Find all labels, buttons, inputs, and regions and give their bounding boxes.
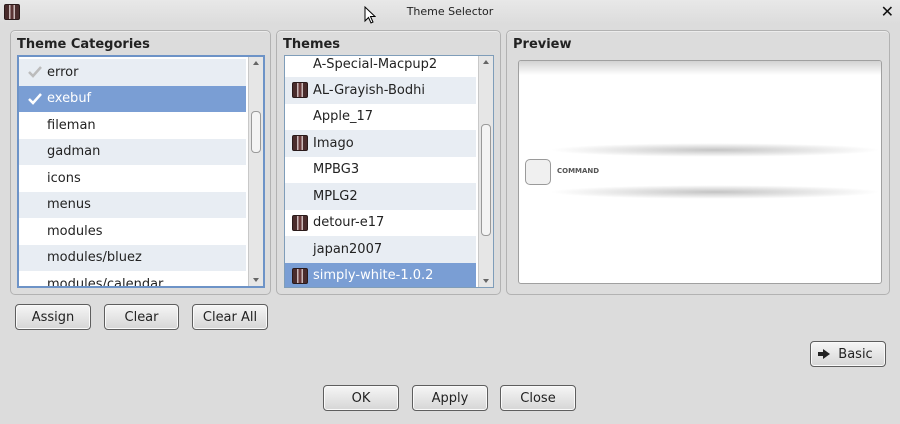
checkmark-icon — [28, 92, 42, 105]
preview-shade — [549, 143, 881, 157]
theme-icon — [292, 135, 308, 151]
scroll-up-icon[interactable] — [483, 60, 489, 64]
list-item[interactable]: Apple_17 — [285, 104, 476, 131]
list-item[interactable]: modules/bluez — [19, 244, 246, 271]
list-item-label: MPLG2 — [313, 188, 358, 204]
mouse-pointer-icon — [364, 6, 376, 24]
preview-area: COMMAND — [518, 60, 882, 284]
preview-label: Preview — [513, 37, 572, 52]
list-item-label: A-Special-Macpup2 — [313, 56, 438, 72]
close-window-icon[interactable]: ✕ — [881, 2, 894, 21]
command-entry-box — [525, 159, 551, 185]
list-item[interactable]: icons — [19, 165, 246, 192]
preview-shade — [549, 185, 881, 199]
command-label: COMMAND — [557, 167, 600, 175]
list-item-label: japan2007 — [313, 241, 383, 257]
list-item-label: detour-e17 — [313, 215, 385, 231]
theme-categories-list[interactable]: error exebuf fileman gadman icons menus … — [17, 55, 265, 288]
list-item[interactable]: error — [19, 59, 246, 86]
window-title: Theme Selector — [406, 5, 494, 18]
title-bar: Theme Selector ✕ — [0, 0, 900, 24]
theme-icon — [292, 214, 308, 231]
list-item-label: modules/bluez — [47, 250, 142, 266]
list-item[interactable]: japan2007 — [285, 236, 476, 263]
list-item[interactable]: AL-Grayish-Bodhi — [285, 77, 476, 104]
themes-scrollbar[interactable] — [478, 56, 493, 287]
list-item-label: menus — [47, 197, 91, 213]
list-item[interactable]: fileman — [19, 112, 246, 139]
list-item-label: icons — [47, 170, 81, 186]
list-item-label: exebuf — [47, 91, 92, 107]
scroll-thumb[interactable] — [481, 124, 491, 236]
theme-categories-label: Theme Categories — [17, 37, 150, 52]
list-item[interactable]: gadman — [19, 138, 246, 165]
themes-label: Themes — [283, 37, 341, 52]
basic-button[interactable]: Basic — [810, 341, 886, 367]
close-button[interactable]: Close — [500, 385, 576, 411]
list-item-label: Imago — [313, 135, 354, 151]
list-item-label: fileman — [47, 117, 96, 133]
scroll-down-icon[interactable] — [253, 278, 259, 282]
clear-button[interactable]: Clear — [104, 304, 179, 330]
list-item[interactable]: menus — [19, 191, 246, 218]
list-item[interactable]: modules — [19, 218, 246, 245]
assign-button[interactable]: Assign — [15, 304, 91, 330]
scroll-up-icon[interactable] — [253, 61, 259, 65]
list-item-label: gadman — [47, 144, 101, 160]
clear-all-button[interactable]: Clear All — [192, 304, 268, 330]
list-item-label: simply-white-1.0.2 — [313, 268, 434, 284]
list-item[interactable]: MPLG2 — [285, 183, 476, 210]
list-item-label: modules/calendar — [47, 276, 164, 288]
list-item-label: Apple_17 — [313, 109, 374, 125]
theme-icon — [292, 267, 308, 284]
arrow-right-icon — [818, 349, 831, 359]
list-item-selected[interactable]: simply-white-1.0.2 — [285, 262, 476, 287]
categories-scrollbar[interactable] — [248, 57, 263, 286]
list-item[interactable]: A-Special-Macpup2 — [285, 56, 476, 76]
list-item-label: error — [47, 64, 79, 80]
scroll-down-icon[interactable] — [483, 279, 489, 283]
themes-list[interactable]: A-Special-Macpup2 AL-Grayish-Bodhi Apple… — [284, 55, 494, 288]
list-item-label: modules — [47, 223, 103, 239]
preview-shade — [519, 61, 881, 75]
list-item[interactable]: Imago — [285, 130, 476, 157]
scroll-thumb[interactable] — [251, 111, 261, 153]
list-item-label: MPBG3 — [313, 162, 360, 178]
checkmark-faded-icon — [28, 66, 42, 78]
apply-button[interactable]: Apply — [412, 385, 488, 411]
list-item-label: AL-Grayish-Bodhi — [313, 82, 425, 98]
list-item[interactable]: modules/calendar — [19, 271, 246, 288]
basic-button-label: Basic — [838, 346, 873, 362]
list-item-selected[interactable]: exebuf — [19, 85, 246, 112]
list-item[interactable]: MPBG3 — [285, 157, 476, 184]
ok-button[interactable]: OK — [323, 385, 399, 411]
list-item[interactable]: detour-e17 — [285, 210, 476, 237]
theme-icon — [292, 82, 308, 98]
